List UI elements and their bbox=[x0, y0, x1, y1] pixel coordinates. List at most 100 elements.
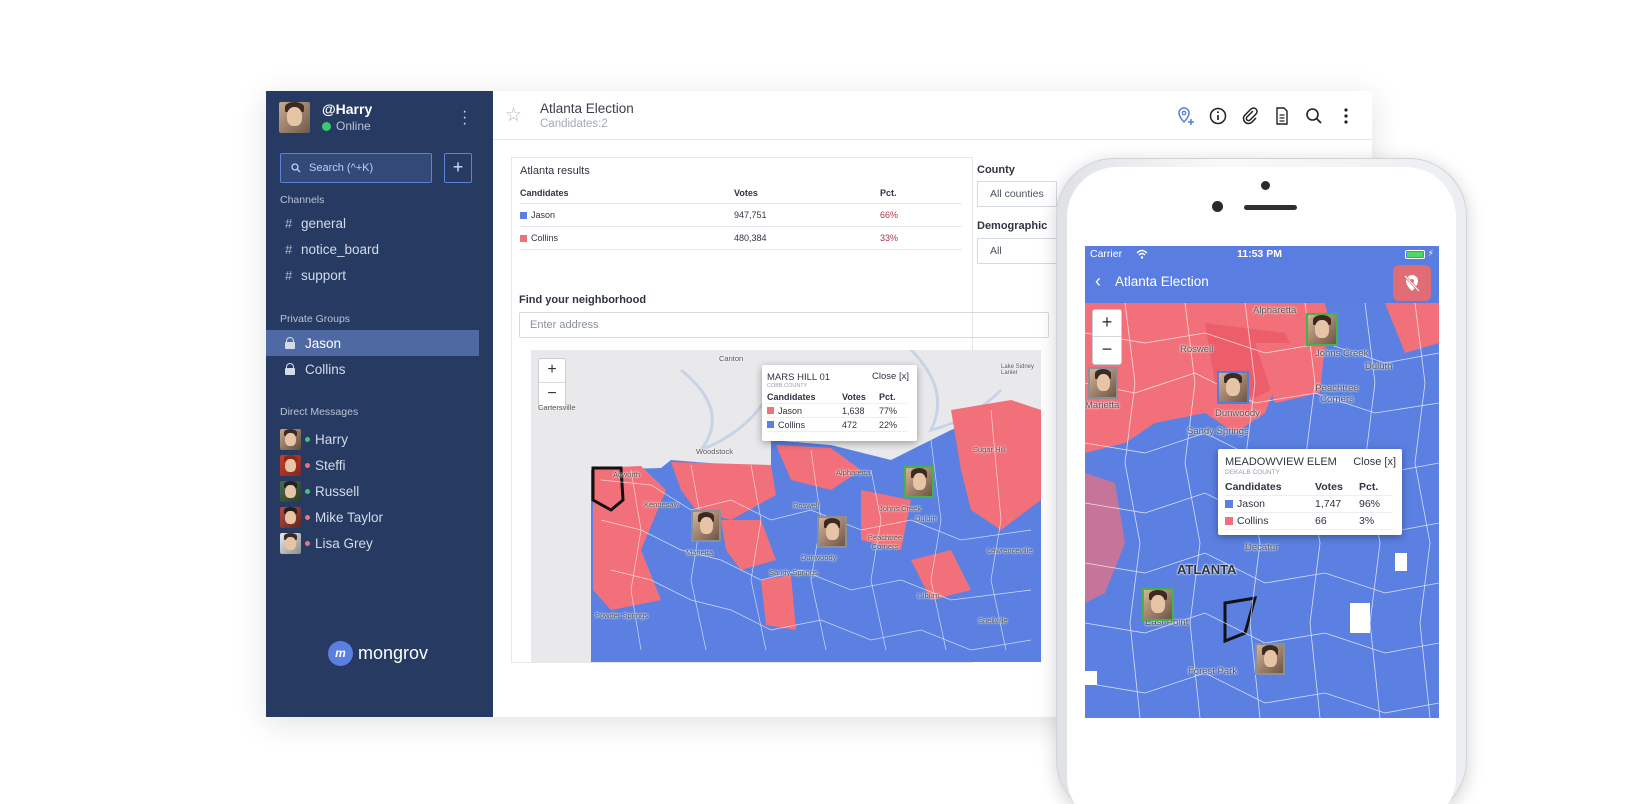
candidate-marker[interactable] bbox=[1142, 588, 1174, 621]
phone-election-map[interactable]: + − Alpharetta Roswell Johns Creek Dulut… bbox=[1085, 303, 1439, 718]
location-add-icon[interactable] bbox=[1170, 105, 1202, 127]
channel-label: support bbox=[301, 267, 347, 283]
dm-item-lisa-grey[interactable]: Lisa Grey bbox=[280, 533, 373, 554]
add-button[interactable]: + bbox=[444, 153, 472, 183]
column-header: Candidates bbox=[520, 187, 569, 198]
legend-swatch bbox=[767, 421, 774, 428]
column-header: Votes bbox=[1315, 481, 1343, 493]
map-label: Roswell bbox=[1180, 344, 1214, 355]
candidate-marker[interactable] bbox=[904, 466, 934, 498]
hash-icon: # bbox=[285, 267, 293, 283]
zoom-in-button[interactable]: + bbox=[539, 359, 565, 383]
online-status-dot bbox=[305, 437, 310, 442]
lock-icon bbox=[285, 337, 295, 349]
candidate-marker[interactable] bbox=[1217, 371, 1249, 404]
map-label: Lilburn bbox=[917, 591, 940, 600]
user-name: @Harry bbox=[322, 101, 373, 117]
results-table: Candidates Votes Pct. Jason 947,751 66% … bbox=[520, 182, 962, 250]
avatar bbox=[279, 101, 310, 133]
candidate-votes: 947,751 bbox=[734, 210, 767, 220]
away-status-dot bbox=[305, 541, 310, 546]
document-icon[interactable] bbox=[1266, 105, 1298, 127]
group-label: Jason bbox=[305, 335, 342, 351]
map-label: Alpharetta bbox=[836, 468, 871, 477]
paperclip-icon[interactable] bbox=[1234, 105, 1266, 127]
candidate-pct: 3% bbox=[1359, 515, 1375, 527]
candidate-name: Collins bbox=[531, 233, 559, 243]
brand: m mongrov bbox=[328, 641, 428, 666]
map-label: Lake Sidney Lanier bbox=[1001, 364, 1035, 376]
popup-close-button[interactable]: Close [x] bbox=[872, 371, 909, 382]
table-header-row: Candidates Votes Pct. bbox=[520, 182, 962, 204]
channel-label: notice_board bbox=[301, 241, 380, 257]
stage: @Harry Online · · · Search (^+K) + Channel… bbox=[0, 0, 1630, 804]
search-icon bbox=[291, 163, 301, 173]
column-header: Pct. bbox=[1359, 481, 1379, 493]
group-item-collins[interactable]: Collins bbox=[266, 356, 479, 382]
candidate-votes: 1,638 bbox=[842, 405, 865, 416]
channel-label: general bbox=[301, 215, 347, 231]
header-toolbar bbox=[1170, 105, 1362, 127]
channel-item-support[interactable]: # support bbox=[266, 262, 479, 288]
candidate-marker[interactable] bbox=[817, 516, 847, 548]
phone-status-bar: Carrier 11:53 PM ⚡ bbox=[1085, 246, 1439, 262]
popup-county: DEKALB COUNTY bbox=[1225, 469, 1280, 476]
info-icon[interactable] bbox=[1202, 105, 1234, 127]
map-label: Roswell bbox=[793, 501, 820, 510]
candidate-marker[interactable] bbox=[1088, 367, 1118, 399]
candidate-name: Jason bbox=[1237, 498, 1266, 510]
candidate-pct: 22% bbox=[879, 419, 898, 430]
address-input[interactable]: Enter address bbox=[519, 312, 1049, 338]
more-vertical-icon[interactable] bbox=[1330, 105, 1362, 127]
popup-close-button[interactable]: Close [x] bbox=[1353, 456, 1396, 468]
map-label: Lawrenceville bbox=[987, 546, 1033, 555]
popup-title: MEADOWVIEW ELEM bbox=[1225, 456, 1337, 468]
map-popup: MEADOWVIEW ELEM DEKALB COUNTY Close [x] … bbox=[1218, 449, 1402, 535]
direct-messages-heading: Direct Messages bbox=[280, 406, 359, 418]
search-input[interactable]: Search (^+K) bbox=[280, 153, 432, 183]
map-label: Canton bbox=[719, 354, 744, 363]
avatar bbox=[280, 481, 301, 502]
star-icon[interactable]: ☆ bbox=[505, 104, 522, 127]
results-title: Atlanta results bbox=[520, 165, 590, 177]
dm-item-steffi[interactable]: Steffi bbox=[280, 455, 346, 476]
sidebar-menu-icon[interactable]: · · · bbox=[462, 104, 467, 132]
candidate-pct: 96% bbox=[1359, 498, 1381, 510]
search-icon[interactable] bbox=[1298, 105, 1330, 127]
channel-item-general[interactable]: # general bbox=[266, 210, 479, 236]
candidate-votes: 480,384 bbox=[734, 233, 767, 243]
candidate-marker[interactable] bbox=[1255, 643, 1285, 675]
location-off-button[interactable] bbox=[1393, 265, 1431, 301]
channels-heading: Channels bbox=[280, 194, 325, 206]
user-profile[interactable]: @Harry Online bbox=[279, 101, 372, 133]
demographic-select[interactable]: All bbox=[977, 238, 1057, 264]
map-label: Acworth bbox=[613, 470, 641, 479]
map-label: Johns Creek bbox=[1315, 348, 1369, 359]
dm-label: Steffi bbox=[315, 458, 346, 473]
map-label: Peachtree Corners bbox=[1315, 383, 1359, 405]
election-map[interactable]: + − Canton Cartersville Woodstock Acwort… bbox=[531, 350, 1041, 662]
dm-item-mike-taylor[interactable]: Mike Taylor bbox=[280, 507, 383, 528]
map-label: Duluth bbox=[915, 514, 937, 523]
candidate-pct: 33% bbox=[880, 233, 899, 243]
channel-item-notice-board[interactable]: # notice_board bbox=[266, 236, 479, 262]
county-select[interactable]: All counties bbox=[977, 181, 1057, 207]
charging-icon: ⚡ bbox=[1427, 248, 1434, 258]
candidate-name: Jason bbox=[531, 210, 556, 220]
map-label: Marietta bbox=[1085, 400, 1120, 411]
group-item-jason[interactable]: Jason bbox=[266, 330, 479, 356]
legend-swatch bbox=[1225, 517, 1233, 525]
carrier-label: Carrier bbox=[1090, 248, 1123, 260]
demographic-label: Demographic bbox=[977, 220, 1048, 232]
candidate-votes: 472 bbox=[842, 419, 858, 430]
map-label: Alpharetta bbox=[1253, 305, 1297, 316]
candidate-marker[interactable] bbox=[1306, 313, 1338, 346]
dm-item-harry[interactable]: Harry bbox=[280, 429, 348, 450]
table-row: Jason 947,751 66% bbox=[520, 204, 962, 227]
back-chevron-icon[interactable]: ‹ bbox=[1095, 271, 1101, 292]
candidate-marker[interactable] bbox=[691, 510, 721, 542]
dm-item-russell[interactable]: Russell bbox=[280, 481, 359, 502]
zoom-in-button[interactable]: + bbox=[1093, 310, 1121, 337]
candidate-name: Jason bbox=[778, 405, 803, 416]
zoom-out-button[interactable]: − bbox=[1093, 337, 1121, 364]
